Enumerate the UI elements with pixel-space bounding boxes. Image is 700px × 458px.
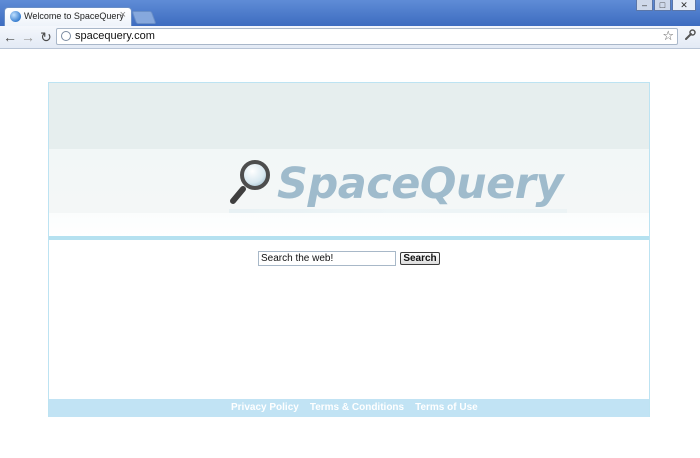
- page-frame: SpaceQuery Search Privacy Policy Terms &…: [48, 82, 650, 417]
- terms-of-use-link[interactable]: Terms of Use: [415, 402, 478, 413]
- close-window-button[interactable]: ✕: [672, 0, 696, 11]
- browser-toolbar: ← → ↻ spacequery.com ☆: [0, 26, 700, 49]
- page-info-icon[interactable]: [61, 31, 71, 41]
- window-controls: – □ ✕: [636, 0, 696, 11]
- tab-close-icon[interactable]: ×: [120, 9, 126, 21]
- tab-active[interactable]: Welcome to SpaceQuery ×: [4, 7, 132, 26]
- tab-title: Welcome to SpaceQuery: [24, 11, 124, 21]
- search-button[interactable]: Search: [400, 252, 440, 265]
- footer-links: Privacy Policy Terms & Conditions Terms …: [231, 402, 478, 413]
- terms-conditions-link[interactable]: Terms & Conditions: [310, 402, 404, 413]
- search-input[interactable]: [258, 251, 396, 266]
- new-tab-button[interactable]: [131, 11, 157, 24]
- reload-icon[interactable]: ↻: [38, 29, 54, 45]
- wrench-icon[interactable]: [683, 29, 697, 45]
- forward-icon[interactable]: →: [20, 29, 36, 45]
- logo[interactable]: SpaceQuery: [229, 155, 569, 217]
- minimize-button[interactable]: –: [636, 0, 653, 11]
- footer: Privacy Policy Terms & Conditions Terms …: [49, 399, 649, 417]
- logo-reflection: [229, 209, 567, 213]
- maximize-button[interactable]: □: [654, 0, 671, 11]
- magnifier-icon: [230, 160, 270, 204]
- address-url[interactable]: spacequery.com: [75, 30, 155, 42]
- browser-titlebar: Welcome to SpaceQuery × – □ ✕: [0, 0, 700, 26]
- bookmark-star-icon[interactable]: ☆: [662, 28, 674, 44]
- globe-icon: [10, 11, 21, 22]
- privacy-policy-link[interactable]: Privacy Policy: [231, 402, 299, 413]
- header-banner: SpaceQuery: [49, 83, 649, 238]
- back-icon[interactable]: ←: [2, 29, 18, 45]
- logo-text: SpaceQuery: [277, 159, 564, 209]
- address-bar[interactable]: spacequery.com ☆: [56, 28, 678, 45]
- header-divider: [49, 236, 649, 240]
